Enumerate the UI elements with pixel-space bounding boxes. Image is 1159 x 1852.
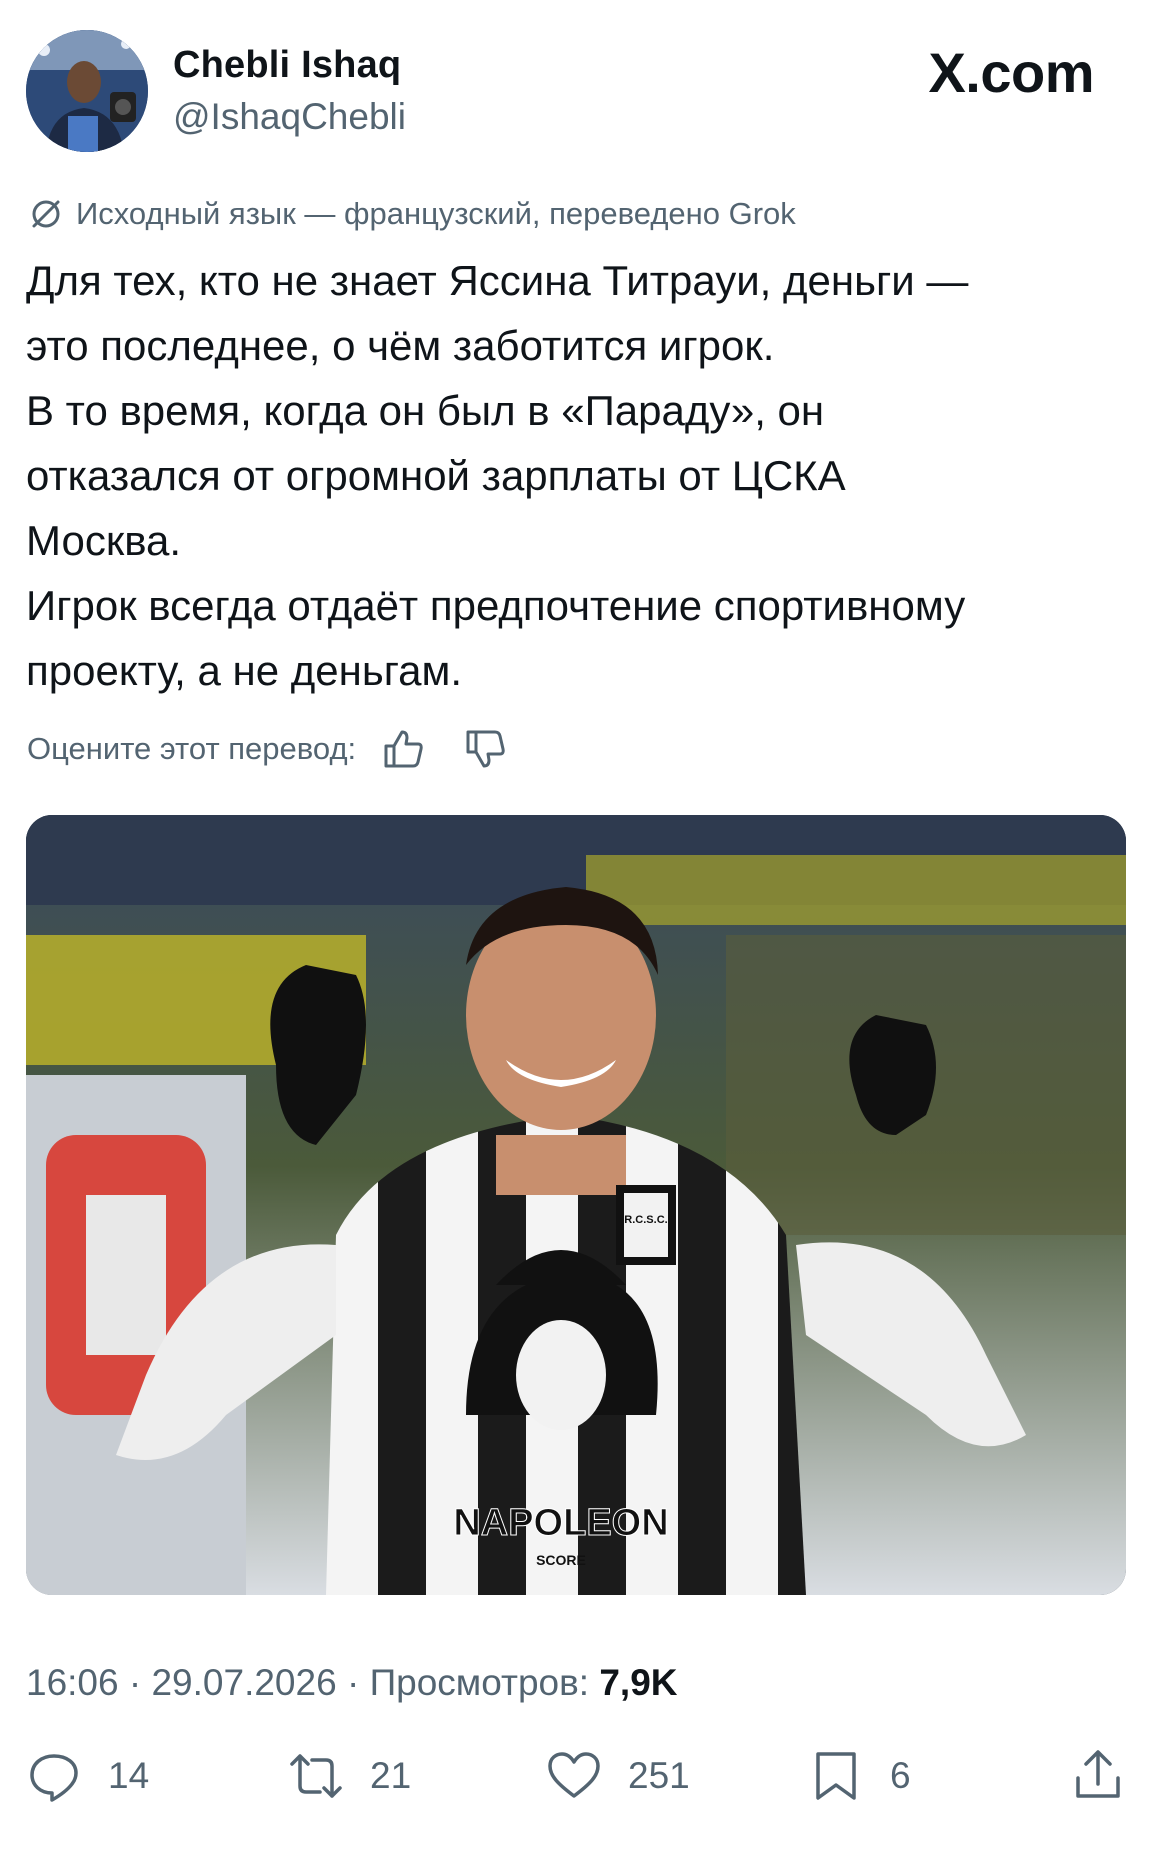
share-button[interactable] [1070, 1748, 1126, 1804]
reply-button[interactable]: 14 [26, 1748, 149, 1804]
views-label: Просмотров: [369, 1662, 590, 1703]
tweet-photo[interactable]: R.C.S.C. NAPOLEON SCORE [26, 815, 1126, 1595]
meta-separator: · [346, 1662, 370, 1703]
avatar[interactable] [26, 30, 148, 152]
author-handle[interactable]: @IshaqChebli [173, 96, 406, 138]
bookmark-button[interactable]: 6 [808, 1748, 911, 1804]
brand-logo: X.com [928, 41, 1094, 104]
thumbs-up-icon[interactable] [380, 726, 426, 772]
repost-icon [290, 1754, 342, 1798]
views-count: 7,9K [599, 1662, 678, 1703]
tweet-meta: 16:06 · 29.07.2026 · Просмотров: 7,9K [26, 1662, 678, 1704]
tweet-date[interactable]: 29.07.2026 [151, 1662, 336, 1703]
bookmark-icon [816, 1752, 856, 1800]
rate-translation-label: Оцените этот перевод: [27, 731, 357, 766]
like-button[interactable]: 251 [546, 1748, 690, 1804]
tweet-time[interactable]: 16:06 [26, 1662, 119, 1703]
author-name[interactable]: Chebli Ishaq [173, 44, 401, 87]
reply-icon [30, 1754, 78, 1802]
sponsor-subtext: SCORE [536, 1552, 586, 1568]
like-count: 251 [628, 1755, 690, 1796]
meta-separator: · [128, 1662, 152, 1703]
reply-count: 14 [108, 1755, 150, 1796]
club-crest-text: R.C.S.C. [624, 1214, 667, 1226]
share-icon [1076, 1750, 1120, 1798]
repost-button[interactable]: 21 [288, 1748, 411, 1804]
rate-translation: Оцените этот перевод: [27, 726, 544, 772]
repost-count: 21 [370, 1755, 412, 1796]
avatar-image [26, 30, 148, 152]
sponsor-text: NAPOLEON [453, 1502, 668, 1544]
translate-icon [32, 200, 60, 228]
action-bar: 14 21 251 6 [0, 1748, 1159, 1818]
bookmark-count: 6 [890, 1755, 911, 1796]
thumbs-down-icon[interactable] [462, 726, 508, 772]
tweet-text: Для тех, кто не знает Яссина Титрауи, де… [26, 257, 969, 694]
translation-note-text: Исходный язык — французский, переведено … [76, 196, 796, 231]
translation-note: Исходный язык — французский, переведено … [28, 193, 796, 235]
tweet-header: Chebli Ishaq @IshaqChebli X.com [0, 0, 1159, 170]
player-photo: R.C.S.C. NAPOLEON SCORE [26, 815, 1126, 1595]
heart-icon [548, 1752, 600, 1798]
